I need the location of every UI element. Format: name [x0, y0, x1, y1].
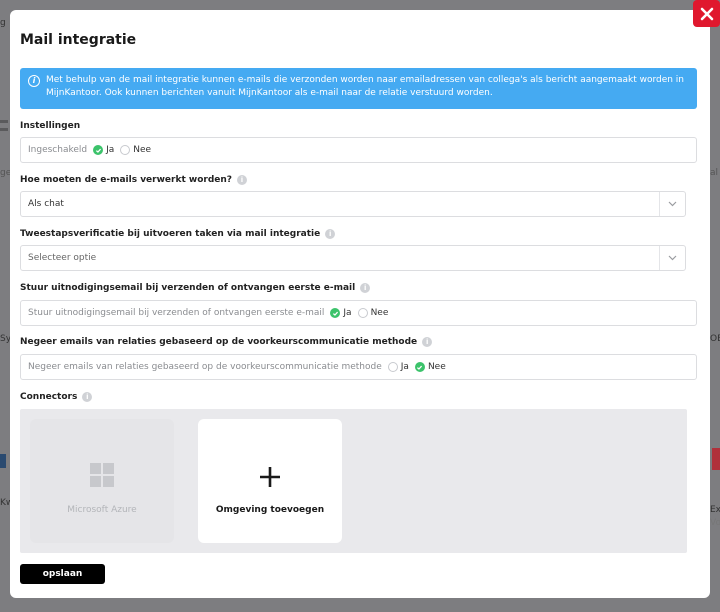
check-icon — [93, 145, 104, 155]
processing-select-value: Als chat — [28, 199, 64, 209]
connector-name: Microsoft Azure — [67, 505, 137, 515]
info-banner: i Met behulp van de mail integratie kunn… — [20, 68, 697, 109]
twofactor-select-value: Selecteer optie — [28, 253, 97, 263]
twofactor-select[interactable]: Selecteer optie — [20, 245, 686, 271]
radio-icon — [120, 145, 131, 155]
help-icon[interactable]: i — [325, 229, 336, 239]
connectors-panel: Microsoft Azure Omgeving toevoegen — [20, 409, 687, 553]
help-icon[interactable]: i — [82, 392, 93, 402]
processing-select[interactable]: Als chat — [20, 191, 686, 217]
check-icon — [414, 362, 425, 372]
background-block — [0, 120, 8, 123]
background-block — [712, 448, 720, 470]
ignore-yes-option[interactable]: Ja — [387, 362, 409, 372]
background-text: Vo — [710, 518, 720, 528]
background-block — [0, 128, 8, 131]
radio-icon — [387, 362, 398, 372]
invite-yes-option[interactable]: Ja — [330, 308, 352, 318]
twofactor-label: Tweestapsverificatie bij uitvoeren taken… — [20, 229, 336, 239]
connector-name: Omgeving toevoegen — [215, 505, 325, 515]
enabled-field-label: Ingeschakeld — [28, 145, 88, 155]
background-block — [0, 454, 6, 468]
help-icon[interactable]: i — [237, 175, 247, 185]
invite-no-option[interactable]: Nee — [357, 308, 388, 318]
background-text: g — [0, 18, 6, 28]
radio-icon — [357, 308, 368, 318]
mail-integration-modal: Mail integratie i Met behulp van de mail… — [10, 10, 710, 598]
ignore-no-option[interactable]: Nee — [414, 362, 446, 372]
plus-icon — [260, 467, 280, 487]
save-button[interactable]: opslaan — [20, 564, 105, 584]
help-icon[interactable]: i — [360, 283, 371, 293]
background-text: al — [710, 168, 719, 178]
settings-label: Instellingen — [20, 121, 81, 131]
invite-label: Stuur uitnodigingsemail bij verzenden of… — [20, 283, 371, 293]
chevron-down-icon[interactable] — [659, 192, 685, 216]
close-button[interactable] — [693, 0, 720, 27]
invite-field-label: Stuur uitnodigingsemail bij verzenden of… — [28, 308, 325, 318]
ignore-field-label: Negeer emails van relaties gebaseerd op … — [28, 362, 382, 372]
connector-card-microsoft-azure[interactable]: Microsoft Azure — [30, 419, 174, 543]
ignore-label: Negeer emails van relaties gebaseerd op … — [20, 337, 433, 347]
background-text: OE — [710, 334, 720, 344]
ignore-field: Negeer emails van relaties gebaseerd op … — [20, 354, 697, 380]
windows-icon — [90, 463, 114, 487]
enabled-no-option[interactable]: Nee — [120, 145, 151, 155]
close-icon — [700, 7, 713, 20]
connectors-label: Connectors i — [20, 392, 93, 402]
processing-label: Hoe moeten de e-mails verwerkt worden? i — [20, 175, 247, 185]
check-icon — [330, 308, 341, 318]
add-environment-card[interactable]: Omgeving toevoegen — [198, 419, 342, 543]
enabled-field: Ingeschakeld Ja Nee — [20, 137, 697, 163]
chevron-down-icon[interactable] — [659, 246, 685, 270]
enabled-yes-option[interactable]: Ja — [93, 145, 114, 155]
invite-field: Stuur uitnodigingsemail bij verzenden of… — [20, 300, 697, 326]
background-text: Exc — [710, 505, 720, 515]
info-text: Met behulp van de mail integratie kunnen… — [46, 75, 685, 98]
help-icon[interactable]: i — [422, 337, 433, 347]
modal-title: Mail integratie — [20, 32, 137, 48]
info-icon: i — [28, 75, 40, 87]
